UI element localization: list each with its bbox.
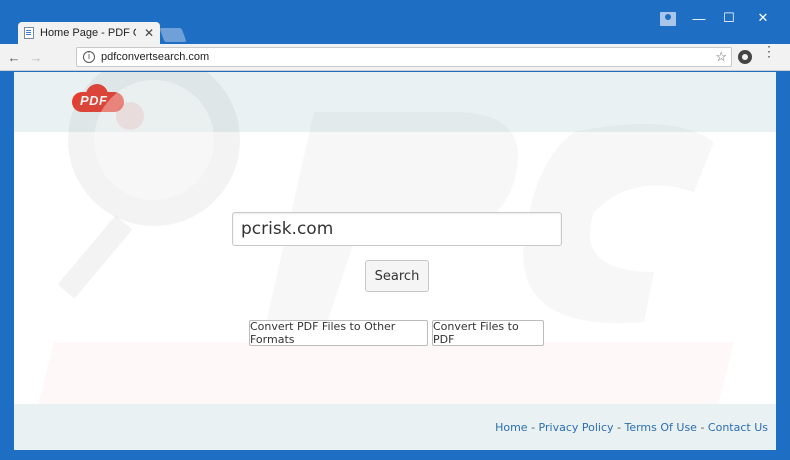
user-profile-icon[interactable]	[660, 12, 676, 26]
forward-button[interactable]: →	[28, 50, 44, 65]
footer-link-contact-us[interactable]: Contact Us	[708, 421, 768, 434]
new-tab-button[interactable]	[159, 28, 187, 42]
page-icon	[24, 27, 34, 39]
page-footer: Home - Privacy Policy - Terms Of Use - C…	[14, 404, 776, 450]
minimize-button[interactable]: —	[688, 8, 710, 28]
footer-link-home[interactable]: Home	[495, 421, 527, 434]
bookmark-star-icon[interactable]: ☆	[715, 49, 727, 65]
close-tab-icon[interactable]: ✕	[144, 26, 154, 40]
convert-files-to-pdf-button[interactable]: Convert Files to PDF	[432, 320, 544, 346]
address-bar[interactable]: i pdfconvertsearch.com ☆	[76, 47, 732, 67]
search-button[interactable]: Search	[365, 260, 429, 292]
browser-window: Home Page - PDF Conve ✕ — ☐ ✕ ← → i pdfc…	[0, 0, 790, 460]
footer-link-privacy-policy[interactable]: Privacy Policy	[539, 421, 614, 434]
maximize-button[interactable]: ☐	[718, 8, 740, 28]
convert-pdf-to-other-button[interactable]: Convert PDF Files to Other Formats	[249, 320, 428, 346]
footer-separator: -	[613, 421, 625, 434]
tab-title: Home Page - PDF Conve	[40, 27, 136, 39]
logo-text: PDF	[80, 93, 108, 108]
footer-link-terms-of-use[interactable]: Terms Of Use	[624, 421, 696, 434]
page-header: PDF	[14, 72, 776, 132]
browser-toolbar: ← → i pdfconvertsearch.com ☆	[0, 44, 790, 71]
footer-links: Home - Privacy Policy - Terms Of Use - C…	[495, 421, 768, 434]
browser-menu-icon[interactable]: ⋮	[762, 44, 776, 58]
pdf-logo[interactable]: PDF	[72, 84, 128, 112]
title-bar: Home Page - PDF Conve ✕ — ☐ ✕	[0, 0, 790, 44]
back-button[interactable]: ←	[6, 50, 22, 65]
footer-separator: -	[696, 421, 708, 434]
url-text[interactable]: pdfconvertsearch.com	[101, 51, 209, 63]
footer-separator: -	[527, 421, 539, 434]
info-icon[interactable]: i	[83, 51, 95, 63]
extension-icon[interactable]	[738, 50, 752, 64]
close-window-button[interactable]: ✕	[752, 8, 774, 28]
search-input[interactable]	[232, 212, 562, 246]
watermark-magnifier-handle	[57, 215, 133, 299]
web-page: PDF Search Convert PDF Files to Other Fo…	[14, 72, 776, 450]
browser-tab[interactable]: Home Page - PDF Conve ✕	[18, 22, 160, 44]
